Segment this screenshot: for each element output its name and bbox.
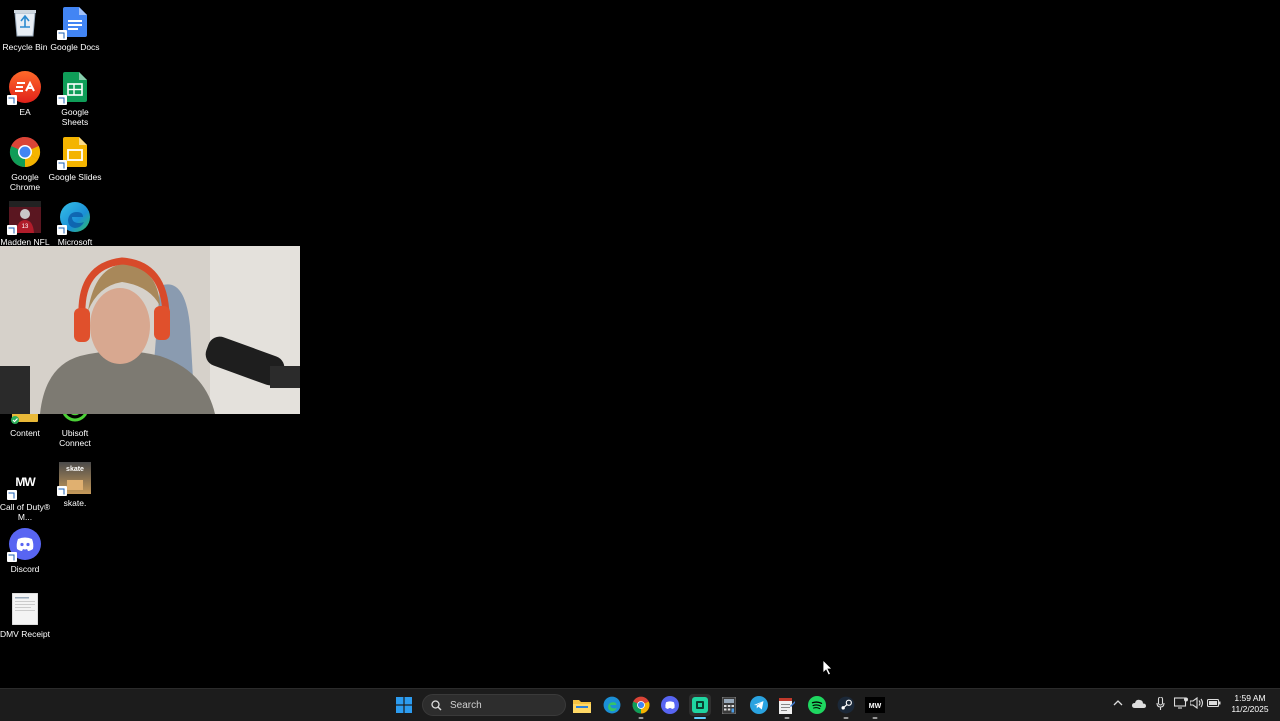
taskbar-file-explorer[interactable] <box>571 694 593 716</box>
show-hidden-icons-chevron-up-icon[interactable] <box>1111 696 1125 710</box>
taskbar-edge[interactable] <box>601 694 623 716</box>
taskbar-calculator[interactable] <box>718 694 740 716</box>
desktop-icon-madden-nfl[interactable]: 13 Madden NFL <box>0 201 50 247</box>
discord-icon <box>7 528 41 562</box>
discord-icon <box>661 696 679 714</box>
onedrive-cloud-icon[interactable] <box>1132 696 1146 710</box>
desktop-icon-label: Call of Duty® M... <box>0 502 51 522</box>
active-indicator <box>694 717 706 719</box>
shortcut-arrow-icon <box>7 552 17 562</box>
desktop-icon-google-slides[interactable]: Google Slides <box>48 136 102 182</box>
running-indicator <box>872 717 878 719</box>
taskbar: Search MW 1:59 AM 11/2/2025 <box>0 688 1280 721</box>
search-icon <box>431 699 442 711</box>
taskbar-call-of-duty[interactable]: MW <box>864 694 886 719</box>
shortcut-arrow-icon <box>57 225 67 235</box>
madden-nfl-icon: 13 <box>7 201 41 235</box>
svg-text:13: 13 <box>22 224 29 230</box>
desktop-icon-discord[interactable]: Discord <box>0 528 50 574</box>
taskbar-spotify[interactable] <box>806 694 828 716</box>
desktop-icon-microsoft-edge[interactable]: Microsoft <box>50 201 100 247</box>
microsoft-edge-icon <box>57 201 91 235</box>
google-chrome-icon <box>9 136 41 168</box>
mouse-cursor-icon <box>822 659 833 681</box>
battery-icon[interactable] <box>1207 696 1221 710</box>
taskbar-search-box[interactable]: Search <box>422 694 566 716</box>
taskbar-steam[interactable] <box>835 694 857 719</box>
desktop-icon-label: Ubisoft Connect <box>59 428 91 448</box>
clock-time: 1:59 AM <box>1234 693 1266 703</box>
running-indicator <box>784 717 790 719</box>
desktop-icon-label: Google Chrome <box>9 172 41 192</box>
desktop-icon-label: DMV Receipt <box>0 629 51 639</box>
shortcut-arrow-icon <box>57 486 67 496</box>
recycle-bin-icon <box>9 6 41 38</box>
webcam-overlay <box>0 246 300 414</box>
volume-icon[interactable] <box>1190 696 1204 710</box>
chrome-icon <box>632 696 650 714</box>
spotify-icon <box>808 696 826 714</box>
document-icon <box>9 593 41 625</box>
shortcut-arrow-icon <box>7 490 17 500</box>
call-of-duty-icon: MW <box>865 697 885 713</box>
notepad-icon <box>779 697 795 714</box>
desktop-icon-recycle-bin[interactable]: Recycle Bin <box>0 6 50 52</box>
desktop-icon-skate[interactable]: skate skate. <box>50 462 100 508</box>
shortcut-arrow-icon <box>57 160 67 170</box>
google-docs-icon <box>57 6 91 40</box>
desktop-icon-label: Google Docs <box>50 42 100 52</box>
webcam-feed-image <box>0 246 300 414</box>
app-green-icon <box>692 697 708 713</box>
desktop-icon-call-of-duty[interactable]: MW Call of Duty® M... <box>0 466 50 522</box>
shortcut-arrow-icon <box>7 95 17 105</box>
desktop-icon-ubisoft-connect[interactable]: Ubisoft Connect <box>50 408 100 448</box>
taskbar-telegram[interactable] <box>748 694 770 716</box>
running-indicator <box>638 717 644 719</box>
network-icon[interactable] <box>1174 696 1188 710</box>
desktop-icon-label: skate. <box>63 498 87 508</box>
clock-date: 11/2/2025 <box>1231 704 1269 714</box>
desktop-icon-ea[interactable]: EA <box>0 71 50 117</box>
google-slides-icon <box>57 136 91 170</box>
taskbar-clock[interactable]: 1:59 AM 11/2/2025 <box>1226 693 1274 715</box>
taskbar-chrome[interactable] <box>630 694 652 719</box>
skate-logo-text: skate <box>66 466 84 473</box>
telegram-icon <box>750 696 768 714</box>
running-indicator <box>843 717 849 719</box>
desktop-icon-label: Discord <box>10 564 40 574</box>
edge-icon <box>603 696 621 714</box>
mw-logo-text: MW <box>869 703 882 710</box>
search-placeholder: Search <box>450 699 482 711</box>
file-explorer-icon <box>573 699 591 713</box>
start-button[interactable] <box>393 694 415 716</box>
ea-icon <box>7 71 41 105</box>
desktop-icon-label: Recycle Bin <box>2 42 48 52</box>
desktop-icon-dmv-receipt[interactable]: DMV Receipt <box>0 593 50 639</box>
steam-icon <box>837 696 855 714</box>
taskbar-notepad[interactable] <box>776 694 798 719</box>
shortcut-arrow-icon <box>57 95 67 105</box>
shortcut-arrow-icon <box>57 30 67 40</box>
taskbar-discord[interactable] <box>659 694 681 716</box>
shortcut-arrow-icon <box>7 225 17 235</box>
desktop-icon-label: Google Slides <box>48 172 102 182</box>
call-of-duty-icon: MW <box>7 466 41 500</box>
mw-logo-text: MW <box>15 475 36 489</box>
skate-icon: skate <box>57 462 91 496</box>
windows-start-icon <box>396 697 412 713</box>
desktop-icon-label: EA <box>19 107 31 117</box>
microphone-icon[interactable] <box>1153 696 1167 710</box>
desktop-icon-google-sheets[interactable]: Google Sheets <box>50 71 100 127</box>
google-sheets-icon <box>57 71 91 105</box>
desktop-icon-label: Content <box>10 428 40 438</box>
calculator-icon <box>722 696 736 714</box>
desktop-icon-google-docs[interactable]: Google Docs <box>50 6 100 52</box>
desktop-icon-google-chrome[interactable]: Google Chrome <box>0 136 50 192</box>
taskbar-green-app[interactable] <box>689 694 711 719</box>
desktop-icon-label: Google Sheets <box>61 107 89 127</box>
